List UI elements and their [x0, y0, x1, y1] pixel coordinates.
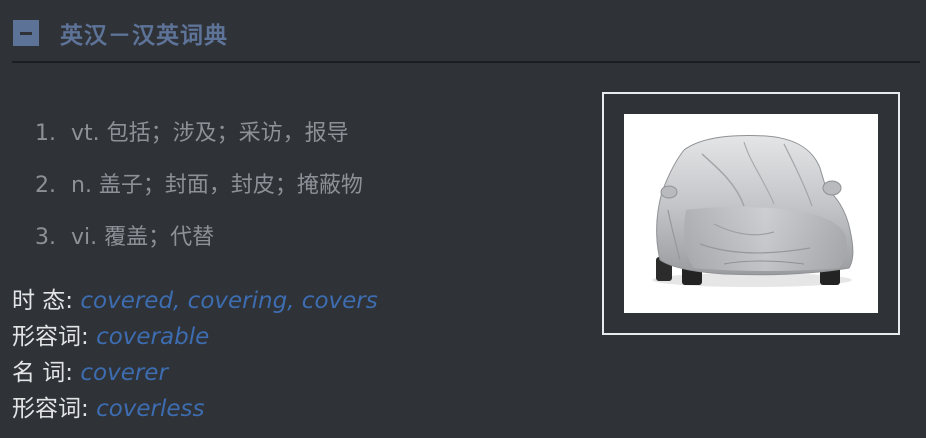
- car-cover-image: [624, 114, 878, 313]
- definition-item: 3. vi. 覆盖；代替: [35, 216, 363, 268]
- illustration-frame[interactable]: [602, 92, 900, 335]
- definition-list: 1. vt. 包括；涉及；采访，报导 2. n. 盖子；封面，封皮；掩蔽物 3. vi…: [35, 112, 363, 268]
- word-form-label: 形容词:: [12, 396, 97, 422]
- header-divider: [12, 61, 920, 63]
- section-header: 英汉－汉英词典: [13, 14, 919, 52]
- definition-number: 1.: [35, 121, 56, 146]
- definition-number: 3.: [35, 225, 56, 250]
- definition-text: n. 盖子；封面，封皮；掩蔽物: [71, 173, 363, 198]
- section-title: 英汉－汉英词典: [60, 23, 228, 49]
- word-form-link[interactable]: coverer: [80, 360, 168, 386]
- word-form-row: 形容词: coverable: [12, 319, 378, 355]
- word-form-link[interactable]: covered, covering, covers: [80, 288, 377, 314]
- minus-icon: [20, 31, 32, 35]
- word-form-row: 名 词: coverer: [12, 355, 378, 391]
- definition-item: 1. vt. 包括；涉及；采访，报导: [35, 112, 363, 164]
- word-form-link[interactable]: coverless: [96, 396, 204, 422]
- definition-number: 2.: [35, 173, 56, 198]
- definition-text: vi. 覆盖；代替: [71, 225, 215, 250]
- car-cover-photo: [652, 135, 854, 287]
- word-form-link[interactable]: coverable: [96, 324, 209, 350]
- collapse-button[interactable]: [13, 20, 39, 46]
- word-form-label: 名 词:: [12, 360, 81, 386]
- word-forms: 时 态: covered, covering, covers 形容词: cove…: [12, 283, 378, 427]
- word-form-row: 时 态: covered, covering, covers: [12, 283, 378, 319]
- definition-item: 2. n. 盖子；封面，封皮；掩蔽物: [35, 164, 363, 216]
- word-form-label: 形容词:: [12, 324, 97, 350]
- word-form-label: 时 态:: [12, 288, 81, 314]
- definition-text: vt. 包括；涉及；采访，报导: [71, 121, 349, 146]
- word-form-row: 形容词: coverless: [12, 391, 378, 427]
